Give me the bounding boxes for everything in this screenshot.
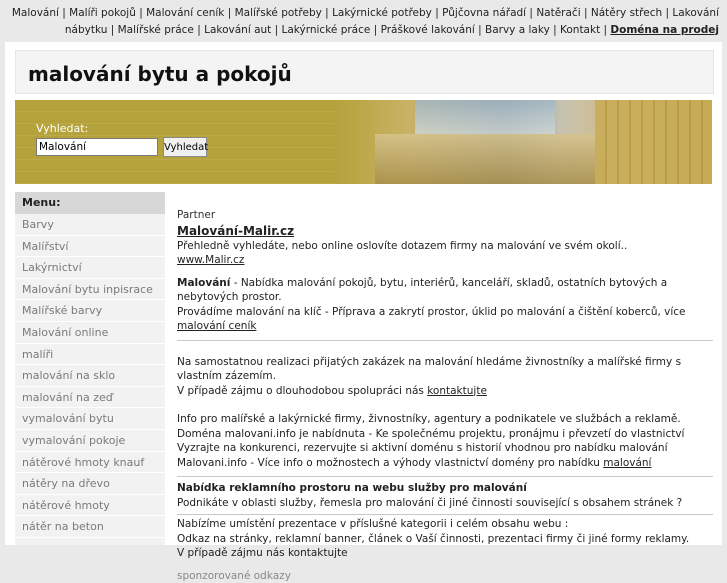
sidebar-menu: Menu: BarvyMalířstvíLakýrnictvíMalování … xyxy=(15,192,165,545)
topnav-link[interactable]: Práškové lakování xyxy=(381,24,475,36)
search-label: Vyhledat: xyxy=(36,122,88,135)
sidebar-menu-item[interactable]: nátěry na dřevo xyxy=(15,473,165,495)
sidebar-menu-item[interactable]: vymalování pokoje xyxy=(15,430,165,452)
topnav-link[interactable]: Malování xyxy=(12,7,59,19)
partner-title-link[interactable]: Malování-Malir.cz xyxy=(177,223,713,239)
topnav-separator: | xyxy=(271,24,281,36)
topnav-separator: | xyxy=(107,24,117,36)
topnav-separator: | xyxy=(581,7,591,19)
domain-line-1: Info pro malířské a lakýrnické firmy, ži… xyxy=(177,412,713,427)
recruit-line-1: Na samostatnou realizaci přijatých zakáz… xyxy=(177,355,713,384)
topnav-link[interactable]: Půjčovna nářadí xyxy=(442,7,526,19)
sidebar-menu-item[interactable]: nátěrové hmoty xyxy=(15,495,165,517)
topnav-link[interactable]: Nátěry střech xyxy=(591,7,662,19)
topnav-separator: | xyxy=(322,7,332,19)
services-line-2: Provádíme malování na klíč - Příprava a … xyxy=(177,305,713,334)
topnav-separator: | xyxy=(136,7,146,19)
menu-title: Menu: xyxy=(15,192,165,214)
topnav-link[interactable]: Lakýrnické potřeby xyxy=(332,7,432,19)
sidebar-menu-item[interactable]: nátěrové hmoty knauf xyxy=(15,452,165,474)
topnav-link[interactable]: Natěrači xyxy=(536,7,580,19)
topnav-separator: | xyxy=(432,7,442,19)
domain-line-3: Vyzrajte na konkurenci, rezervujte si ak… xyxy=(177,441,713,456)
sidebar-menu-item[interactable]: Malířské barvy xyxy=(15,300,165,322)
main-content: Partner Malování-Malir.cz Přehledně vyhl… xyxy=(177,208,713,583)
sponsored-links-label: sponzorované odkazy xyxy=(177,569,713,583)
offer-line-2: Odkaz na stránky, reklamní banner, článe… xyxy=(177,532,713,547)
topnav-link[interactable]: Lakování aut xyxy=(204,24,271,36)
site-header: malování bytu a pokojů xyxy=(15,50,714,94)
sidebar-menu-item[interactable]: malování na sklo xyxy=(15,365,165,387)
topnav-separator: | xyxy=(224,7,234,19)
price-list-link[interactable]: malování ceník xyxy=(177,320,256,332)
services-bold: Malování xyxy=(177,277,230,289)
top-navigation: Malování | Malíři pokojů | Malování cení… xyxy=(0,0,727,42)
sidebar-menu-item[interactable]: Malířství xyxy=(15,236,165,258)
search-button[interactable]: Vyhledat xyxy=(163,137,207,157)
topnav-link[interactable]: Malířské práce xyxy=(118,24,194,36)
ad-text: Podnikáte v oblasti služby, řemesla pro … xyxy=(177,496,713,511)
topnav-separator: | xyxy=(662,7,672,19)
recruit-line-2: V případě zájmu o dlouhodobou spolupráci… xyxy=(177,384,713,399)
top-navigation-links: Malování | Malíři pokojů | Malování cení… xyxy=(0,0,727,38)
topnav-link[interactable]: Malování ceník xyxy=(146,7,224,19)
topnav-separator: | xyxy=(526,7,536,19)
topnav-link[interactable]: Malíři pokojů xyxy=(69,7,136,19)
topnav-link[interactable]: Kontakt xyxy=(560,24,600,36)
topnav-separator: | xyxy=(600,24,610,36)
sidebar-menu-item[interactable]: malování na zeď xyxy=(15,387,165,409)
page-title: malování bytu a pokojů xyxy=(28,62,292,86)
topnav-separator: | xyxy=(550,24,560,36)
header-banner: Vyhledat: Vyhledat xyxy=(15,100,712,184)
partner-label: Partner xyxy=(177,208,713,223)
domain-line-4: Malovani.info - Více info o možnostech a… xyxy=(177,456,713,471)
sidebar-menu-item[interactable]: Barvy xyxy=(15,214,165,236)
topnav-separator: | xyxy=(370,24,380,36)
topnav-link[interactable]: Lakýrnické práce xyxy=(282,24,371,36)
topnav-separator: | xyxy=(475,24,485,36)
sidebar-menu-item[interactable]: Lakýrnictví xyxy=(15,257,165,279)
topnav-separator: | xyxy=(194,24,204,36)
partner-url-link[interactable]: www.Malir.cz xyxy=(177,253,713,268)
contact-link[interactable]: kontaktujte xyxy=(427,385,487,397)
sidebar-menu-item[interactable]: nátěr na beton xyxy=(15,516,165,538)
topnav-link[interactable]: Malířské potřeby xyxy=(235,7,322,19)
domain-link[interactable]: malování xyxy=(603,457,651,469)
banner-image xyxy=(335,100,712,184)
page-container: malování bytu a pokojů Vyhledat: Vyhleda… xyxy=(5,42,722,545)
menu-items: BarvyMalířstvíLakýrnictvíMalování bytu i… xyxy=(15,214,165,538)
search-input[interactable] xyxy=(36,138,158,156)
sidebar-menu-item[interactable]: malíři xyxy=(15,344,165,366)
domain-line-2: Doména malovani.info je nabídnuta - Ke s… xyxy=(177,427,713,442)
offer-line-1: Nabízíme umístění prezentace v příslušné… xyxy=(177,517,713,532)
sidebar-menu-item[interactable]: Malování online xyxy=(15,322,165,344)
sidebar-menu-item[interactable]: vymalování bytu xyxy=(15,408,165,430)
services-paragraph: Malování - Nabídka malování pokojů, bytu… xyxy=(177,276,713,305)
ad-title: Nabídka reklamního prostoru na webu služ… xyxy=(177,481,713,496)
offer-line-3: V případě zájmu nás kontaktujte xyxy=(177,546,713,561)
topnav-separator: | xyxy=(59,7,69,19)
topnav-link-domain-sale[interactable]: Doména na prodej xyxy=(610,24,719,36)
partner-description: Přehledně vyhledáte, nebo online oslovít… xyxy=(177,239,713,254)
topnav-link[interactable]: Barvy a laky xyxy=(485,24,550,36)
sidebar-menu-item[interactable]: Malování bytu inpisrace xyxy=(15,279,165,301)
